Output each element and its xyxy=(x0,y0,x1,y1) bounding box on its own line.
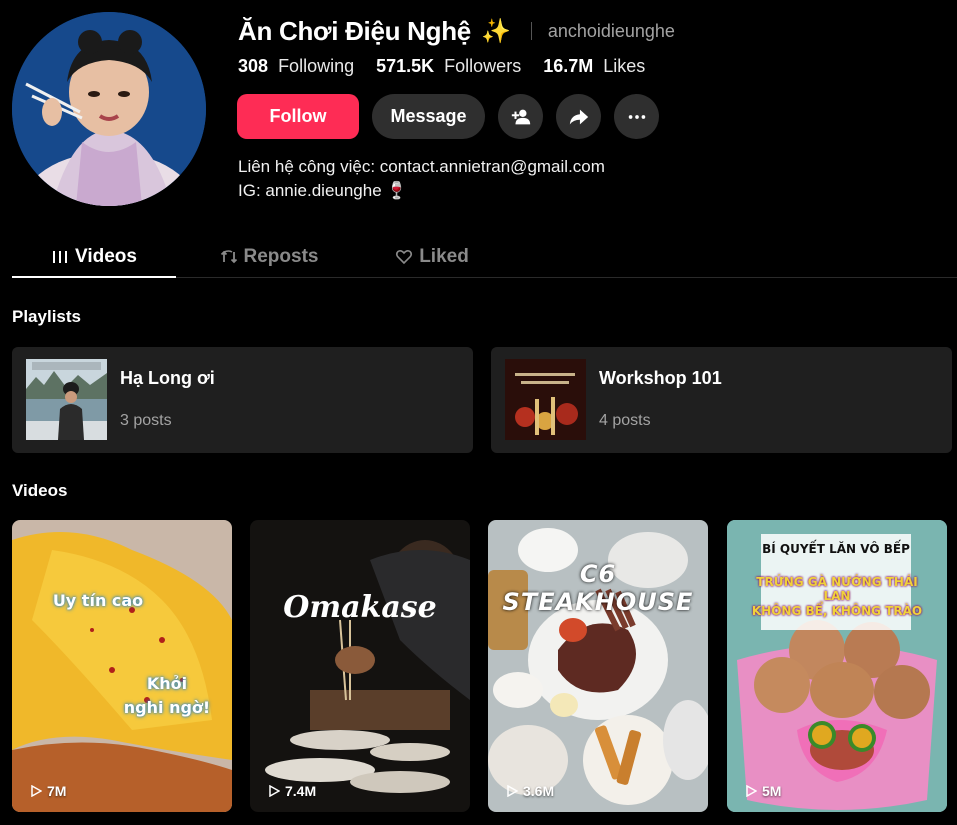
view-count-text: 5M xyxy=(762,783,782,799)
view-count-text: 7.4M xyxy=(285,783,317,799)
active-tab-indicator xyxy=(12,276,176,278)
followers-label: Followers xyxy=(444,56,522,76)
video-caption: BÍ QUYẾT LĂN VÔ BẾP xyxy=(762,542,910,556)
name-divider xyxy=(530,22,532,40)
video-caption: C6 STEAKHOUSE xyxy=(502,560,694,616)
heart-icon xyxy=(396,249,413,265)
tab-videos[interactable]: Videos xyxy=(12,236,176,278)
videos-heading: Videos xyxy=(12,481,68,500)
more-icon xyxy=(628,114,645,119)
follow-button[interactable]: Follow xyxy=(237,94,359,139)
profile-stats: 308 Following 571.5K Followers 16.7M Lik… xyxy=(238,56,645,77)
bio-line-instagram: IG: annie.dieunghe 🍷 xyxy=(238,179,605,203)
following-stat[interactable]: 308 Following xyxy=(238,56,354,77)
display-name: Ăn Chơi Điệu Nghệ xyxy=(238,15,471,46)
profile-bio: Liên hệ công việc: contact.annietran@gma… xyxy=(238,155,605,203)
video-caption: Khỏi xyxy=(146,674,188,693)
playlists-heading: Playlists xyxy=(12,307,81,326)
playlist-name: Hạ Long ơi xyxy=(120,368,215,388)
profile-avatar[interactable] xyxy=(12,12,206,206)
view-count-text: 3.6M xyxy=(523,783,555,799)
video-thumbnail-2[interactable]: Omakase 7.4M xyxy=(250,520,470,812)
view-count: 5M xyxy=(745,783,781,799)
video-caption: nghi ngờ! xyxy=(123,698,211,717)
playlist-post-count: 3 posts xyxy=(120,412,172,429)
tab-liked[interactable]: Liked xyxy=(382,236,482,278)
view-count-text: 7M xyxy=(47,783,67,799)
video-caption: Uy tín cao xyxy=(52,591,144,610)
share-button[interactable] xyxy=(556,94,601,139)
video-caption: TRỨNG GÀ NƯỚNG THÁI LAN xyxy=(756,575,918,603)
add-friend-button[interactable] xyxy=(498,94,543,139)
view-count: 3.6M xyxy=(506,783,554,799)
profile-tabs: Videos Reposts Liked xyxy=(12,236,957,278)
followers-count: 571.5K xyxy=(376,56,435,76)
profile-actions: Follow Message xyxy=(237,94,659,139)
video-caption: Omakase xyxy=(283,590,437,625)
followers-stat[interactable]: 571.5K Followers xyxy=(376,56,521,77)
tab-reposts[interactable]: Reposts xyxy=(204,236,334,278)
likes-count: 16.7M xyxy=(543,56,594,76)
tab-reposts-label: Reposts xyxy=(243,246,319,267)
profile-header: Ăn Chơi Điệu Nghệ ✨ anchoidieunghe xyxy=(238,14,675,48)
video-thumbnail-1[interactable]: Uy tín cao Khỏi nghi ngờ! 7M xyxy=(12,520,232,812)
playlist-thumbnail xyxy=(505,359,586,440)
following-label: Following xyxy=(278,56,355,76)
wine-glass-icon: 🍷 xyxy=(386,181,408,200)
playlist-name: Workshop 101 xyxy=(599,368,722,388)
repost-icon xyxy=(220,250,237,264)
sparkles-icon: ✨ xyxy=(480,17,511,45)
playlist-card-workshop[interactable]: Workshop 101 4 posts xyxy=(491,347,952,453)
playlist-post-count: 4 posts xyxy=(599,412,651,429)
view-count: 7M xyxy=(30,783,66,799)
video-thumbnail-4[interactable]: BÍ QUYẾT LĂN VÔ BẾP TRỨNG GÀ NƯỚNG THÁI … xyxy=(727,520,947,812)
video-caption: KHÔNG BỂ, KHÔNG TRÀO xyxy=(751,604,923,618)
playlist-thumbnail xyxy=(26,359,107,440)
message-button[interactable]: Message xyxy=(372,94,485,139)
bio-line-contact: Liên hệ công việc: contact.annietran@gma… xyxy=(238,157,605,176)
likes-stat: 16.7M Likes xyxy=(543,56,645,77)
grid-icon xyxy=(53,251,68,263)
play-icon xyxy=(746,785,757,797)
play-icon xyxy=(31,785,42,797)
tab-videos-label: Videos xyxy=(75,246,137,267)
more-button[interactable] xyxy=(614,94,659,139)
view-count: 7.4M xyxy=(268,783,316,799)
likes-label: Likes xyxy=(603,56,646,76)
video-thumbnail-3[interactable]: C6 STEAKHOUSE 3.6M xyxy=(488,520,708,812)
play-icon xyxy=(269,785,280,797)
playlist-card-ha-long[interactable]: Hạ Long ơi 3 posts xyxy=(12,347,473,453)
following-count: 308 xyxy=(238,56,269,76)
share-icon xyxy=(569,109,588,124)
play-icon xyxy=(507,785,518,797)
bio-instagram-text: IG: annie.dieunghe xyxy=(238,181,382,200)
tab-liked-label: Liked xyxy=(419,246,469,267)
person-add-icon xyxy=(511,109,530,124)
username: anchoidieunghe xyxy=(547,20,675,41)
